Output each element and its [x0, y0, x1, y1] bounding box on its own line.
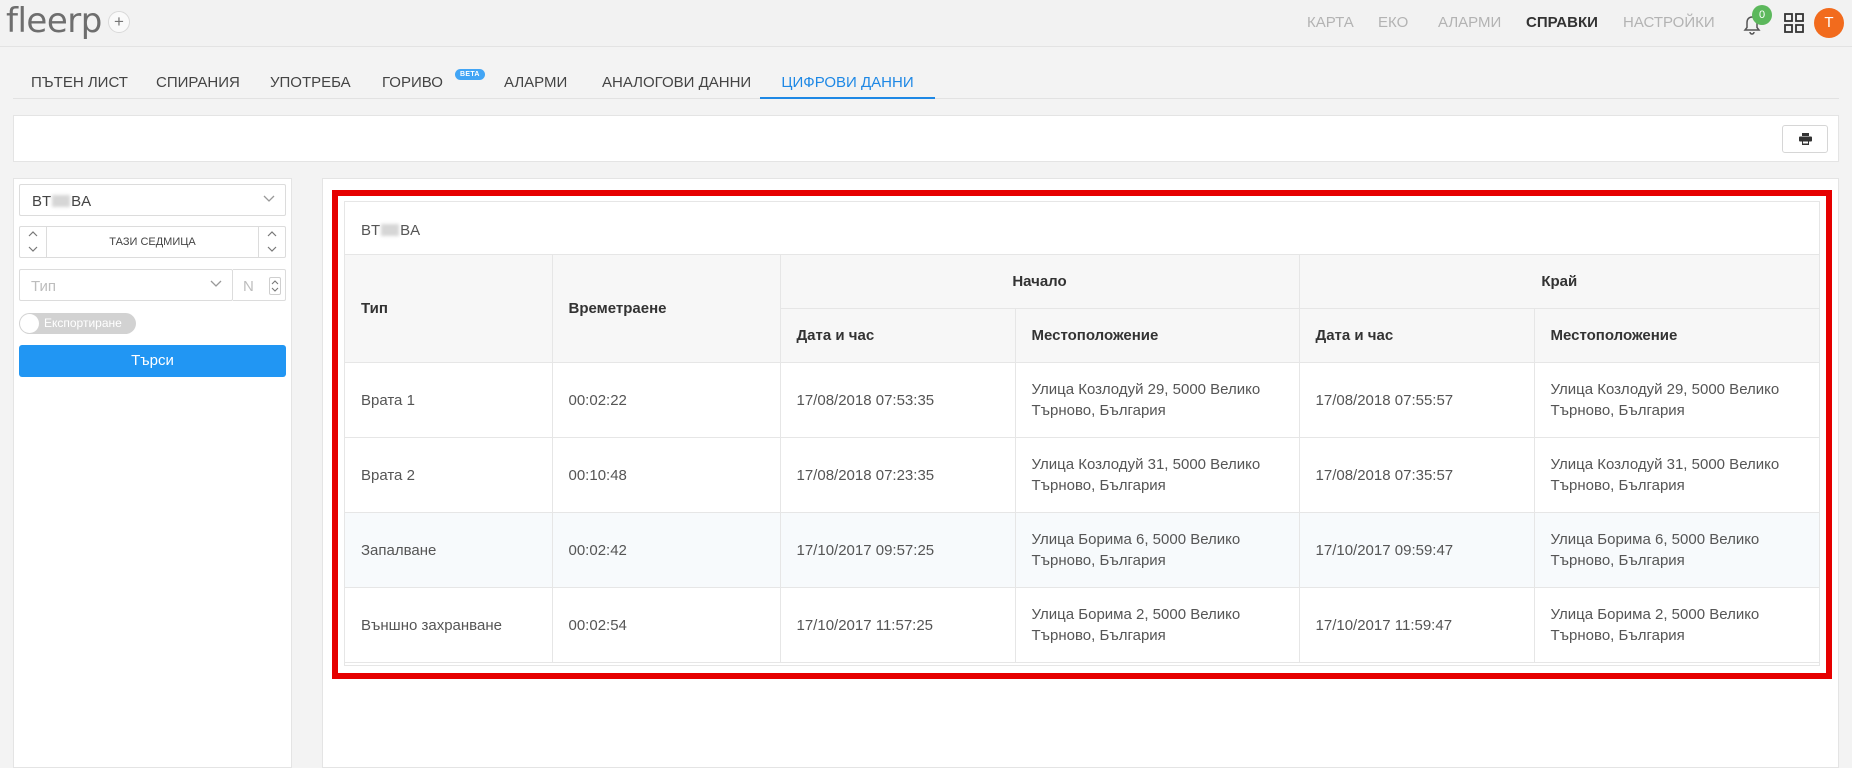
header-end: Край [1298, 254, 1820, 309]
cell-type: Запалване [345, 512, 553, 588]
topnav-item-reports[interactable]: СПРАВКИ [1526, 14, 1598, 31]
table-row: Врата 2 00:10:48 17/08/2018 07:23:35 Ули… [345, 437, 1820, 513]
report-vehicle-title: BT BA [361, 222, 420, 239]
digital-data-table: Тип Времетраене Начало Край Дата и час М… [345, 254, 1820, 663]
printer-icon [1799, 133, 1812, 145]
chevron-down-icon [263, 195, 275, 202]
table-row: Врата 1 00:02:22 17/08/2018 07:53:35 Ули… [345, 362, 1820, 438]
cell-end-location: Улица Козлодуй 29, 5000 Велико Търново, … [1533, 362, 1820, 438]
report-vehicle-prefix: BT [361, 222, 381, 239]
cell-end-time: 17/08/2018 07:35:57 [1298, 437, 1535, 513]
toggle-knob [20, 314, 39, 333]
tab-fuel-label: ГОРИВО [382, 74, 443, 91]
table-row: Запалване 00:02:42 17/10/2017 09:57:25 У… [345, 512, 1820, 588]
chevron-down-icon[interactable] [267, 246, 277, 252]
cell-duration: 00:02:42 [551, 512, 781, 588]
header-duration: Времетраене [551, 254, 781, 363]
header-type: Тип [345, 254, 553, 363]
chevron-down-icon [210, 280, 222, 287]
tab-alarms[interactable]: АЛАРМИ [504, 60, 567, 99]
cell-start-location: Улица Борима 6, 5000 Велико Търново, Бъл… [1014, 512, 1300, 588]
tab-usage[interactable]: УПОТРЕБА [270, 60, 351, 99]
chevron-down-icon[interactable] [28, 246, 38, 252]
topnav-item-map[interactable]: КАРТА [1307, 14, 1354, 31]
top-bar: fleerp + КАРТА ЕКО АЛАРМИ СПРАВКИ НАСТРО… [0, 0, 1852, 47]
cell-start-location: Улица Козлодуй 31, 5000 Велико Търново, … [1014, 437, 1300, 513]
topnav-item-eco[interactable]: ЕКО [1378, 14, 1408, 31]
cell-type: Външно захранване [345, 587, 553, 663]
toolbar [13, 115, 1839, 162]
cell-start-time: 17/08/2018 07:23:35 [779, 437, 1016, 513]
stepper-arrows-icon [271, 280, 279, 292]
header-start-location: Местоположение [1014, 308, 1300, 363]
cell-duration: 00:10:48 [551, 437, 781, 513]
header-start: Начало [779, 254, 1300, 309]
notification-badge: 0 [1752, 5, 1772, 25]
redacted-mask [381, 224, 400, 236]
period-prev-spinner[interactable] [20, 227, 47, 257]
export-toggle[interactable]: Експортиране [19, 313, 136, 334]
cell-start-time: 17/10/2017 09:57:25 [779, 512, 1016, 588]
number-placeholder: N [243, 278, 254, 295]
vehicle-select[interactable]: BT BA [19, 184, 286, 216]
cell-type: Врата 1 [345, 362, 553, 438]
header-end-location: Местоположение [1533, 308, 1820, 363]
number-stepper[interactable] [269, 277, 281, 295]
type-select[interactable]: Тип [19, 269, 233, 301]
report-card: BT BA Тип Времетраене Начало Край Дата и … [344, 201, 1820, 666]
tab-analog-data[interactable]: АНАЛОГОВИ ДАННИ [602, 60, 751, 99]
cell-end-location: Улица Борима 6, 5000 Велико Търново, Бъл… [1533, 512, 1820, 588]
chevron-up-icon[interactable] [28, 231, 38, 237]
report-tabs: ПЪТЕН ЛИСТ СПИРАНИЯ УПОТРЕБА ГОРИВО BETA … [13, 60, 1839, 99]
cell-duration: 00:02:54 [551, 587, 781, 663]
period-label[interactable]: ТАЗИ СЕДМИЦА [48, 227, 257, 257]
vehicle-prefix: BT [32, 193, 52, 210]
report-vehicle-suffix: BA [400, 222, 421, 239]
chevron-up-icon[interactable] [267, 231, 277, 237]
cell-duration: 00:02:22 [551, 362, 781, 438]
cell-end-time: 17/10/2017 11:59:47 [1298, 587, 1535, 663]
cell-start-location: Улица Козлодуй 29, 5000 Велико Търново, … [1014, 362, 1300, 438]
number-input[interactable]: N [233, 269, 286, 301]
topnav-item-alarms[interactable]: АЛАРМИ [1438, 14, 1501, 31]
cell-start-time: 17/08/2018 07:53:35 [779, 362, 1016, 438]
cell-start-location: Улица Борима 2, 5000 Велико Търново, Бъл… [1014, 587, 1300, 663]
search-button[interactable]: Търси [19, 345, 286, 377]
header-end-datetime: Дата и час [1298, 308, 1535, 363]
topnav-item-settings[interactable]: НАСТРОЙКИ [1623, 14, 1715, 31]
print-button[interactable] [1782, 125, 1828, 153]
export-toggle-label: Експортиране [44, 316, 122, 330]
cell-type: Врата 2 [345, 437, 553, 513]
beta-badge: BETA [455, 69, 485, 80]
tab-travel-sheet[interactable]: ПЪТЕН ЛИСТ [31, 60, 128, 99]
tab-stops[interactable]: СПИРАНИЯ [156, 60, 240, 99]
cell-end-time: 17/10/2017 09:59:47 [1298, 512, 1535, 588]
cell-end-time: 17/08/2018 07:55:57 [1298, 362, 1535, 438]
cell-end-location: Улица Козлодуй 31, 5000 Велико Търново, … [1533, 437, 1820, 513]
header-start-datetime: Дата и час [780, 308, 1016, 363]
user-avatar[interactable]: T [1814, 8, 1844, 38]
cell-start-time: 17/10/2017 11:57:25 [779, 587, 1016, 663]
cell-end-location: Улица Борима 2, 5000 Велико Търново, Бъл… [1533, 587, 1820, 663]
vehicle-suffix: BA [71, 193, 92, 210]
app-logo[interactable]: fleerp [6, 1, 102, 41]
tab-fuel[interactable]: ГОРИВО BETA [382, 60, 485, 99]
add-button[interactable]: + [108, 11, 130, 33]
report-area: BT BA Тип Времетраене Начало Край Дата и … [322, 178, 1839, 768]
filter-panel: BT BA ТАЗИ СЕДМИЦА Тип N Експортиране Тър… [13, 178, 292, 768]
tab-digital-data[interactable]: ЦИФРОВИ ДАННИ [760, 60, 935, 99]
redacted-mask [52, 195, 71, 207]
grid-icon[interactable] [1783, 12, 1805, 34]
period-next-spinner[interactable] [258, 227, 285, 257]
table-row: Външно захранване 00:02:54 17/10/2017 11… [345, 587, 1820, 663]
type-placeholder: Тип [31, 278, 57, 295]
period-picker: ТАЗИ СЕДМИЦА [19, 226, 286, 258]
